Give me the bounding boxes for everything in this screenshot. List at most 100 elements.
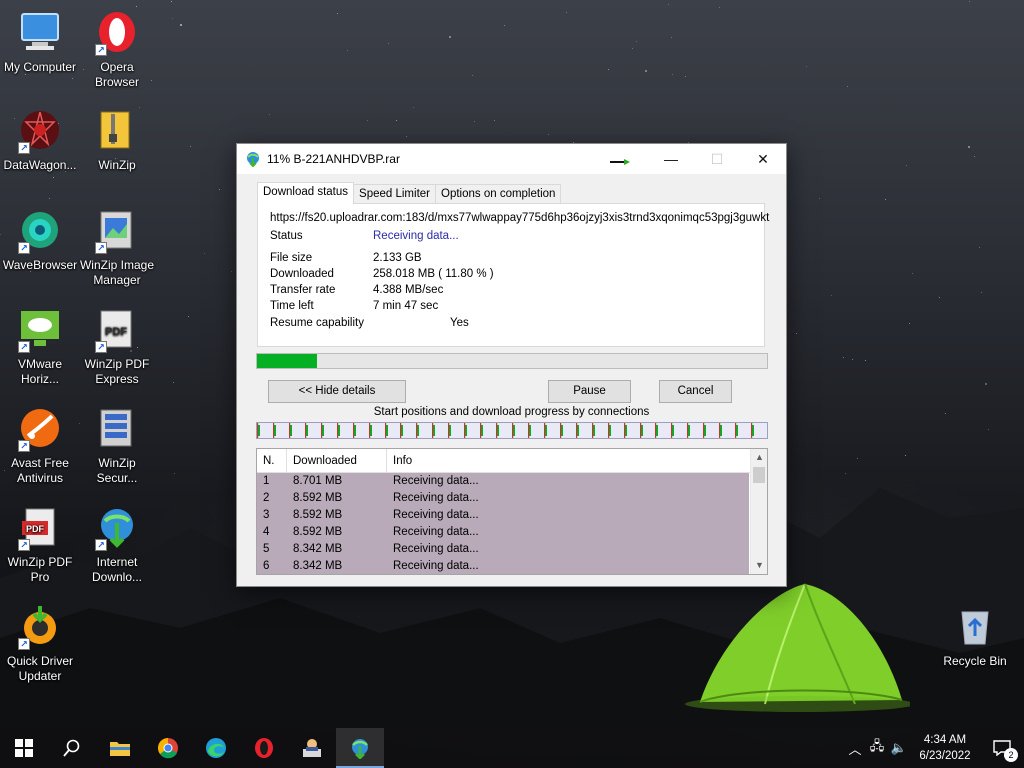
table-scrollbar[interactable]: ▲ ▼ xyxy=(750,449,767,574)
star xyxy=(974,156,975,157)
star xyxy=(985,383,987,385)
minimize-to-tray-arrow-icon[interactable] xyxy=(610,158,632,166)
connection-progress-segment xyxy=(672,425,674,436)
resume-capability-value: Yes xyxy=(450,317,469,329)
window-title: 11% B-221ANHDVBP.rar xyxy=(267,152,400,166)
downloaded-label: Downloaded xyxy=(270,268,334,280)
desktop-icon-vmware[interactable]: ↗ VMware Horiz... xyxy=(0,305,80,387)
desktop-icon-winzip-image-manager[interactable]: ↗ WinZip Image Manager xyxy=(77,206,157,288)
desktop-icon-quick-driver-updater[interactable]: ↗ Quick Driver Updater xyxy=(0,602,80,684)
cell-downloaded: 8.592 MB xyxy=(293,492,343,504)
connections-caption: Start positions and download progress by… xyxy=(373,406,650,418)
desktop-icon-recycle-bin[interactable]: Recycle Bin xyxy=(935,602,1015,669)
download-progress-bar xyxy=(256,353,768,369)
connection-start-marker xyxy=(671,423,673,438)
star xyxy=(337,13,338,14)
taskbar-installer[interactable] xyxy=(288,728,336,768)
taskbar-search-button[interactable] xyxy=(48,728,96,768)
table-row[interactable]: 4 8.592 MB Receiving data... xyxy=(257,524,749,541)
connection-progress-segment xyxy=(274,425,276,436)
close-button[interactable]: ✕ xyxy=(740,144,786,174)
desktop-icon-label: Recycle Bin xyxy=(943,654,1007,668)
volume-icon[interactable]: 🔈 xyxy=(888,740,910,756)
connection-progress-segment xyxy=(625,425,627,436)
cell-info: Receiving data... xyxy=(393,509,479,521)
notification-center-button[interactable]: 2 xyxy=(980,728,1024,768)
desktop-icon-winzip-pdf-pro[interactable]: PDF ↗ WinZip PDF Pro xyxy=(0,503,80,585)
scroll-down-icon[interactable]: ▼ xyxy=(751,557,767,574)
taskbar-clock[interactable]: 4:34 AM 6/23/2022 xyxy=(910,732,980,764)
opera-icon xyxy=(255,738,273,758)
column-header-number[interactable]: N. xyxy=(257,449,287,472)
connection-start-marker xyxy=(480,423,482,438)
star xyxy=(672,74,673,75)
start-button[interactable] xyxy=(0,728,48,768)
cancel-button[interactable]: Cancel xyxy=(659,380,732,403)
column-header-downloaded[interactable]: Downloaded xyxy=(287,449,387,472)
desktop-icon-winzip-pdf-express[interactable]: PDF ↗ WinZip PDF Express xyxy=(77,305,157,387)
time-left-row: Time left 7 min 47 sec xyxy=(270,300,438,312)
show-hidden-icons-chevron-icon[interactable]: ︿ xyxy=(844,739,866,758)
cell-number: 6 xyxy=(263,560,270,572)
cell-info: Receiving data... xyxy=(393,526,479,538)
system-tray: ︿ 🖧 🔈 4:34 AM 6/23/2022 2 xyxy=(844,728,1024,768)
connection-start-marker xyxy=(416,423,418,438)
table-row[interactable]: 2 8.592 MB Receiving data... xyxy=(257,490,749,507)
taskbar-opera[interactable] xyxy=(240,728,288,768)
desktop-icon-winzip[interactable]: WinZip xyxy=(77,106,157,173)
window-titlebar[interactable]: 11% B-221ANHDVBP.rar — ☐ ✕ xyxy=(237,144,786,174)
star xyxy=(885,199,886,200)
desktop-icon-avast[interactable]: ↗ Avast Free Antivirus xyxy=(0,404,80,486)
taskbar-edge[interactable] xyxy=(192,728,240,768)
hide-details-button[interactable]: << Hide details xyxy=(268,380,406,403)
transfer-rate-value: 4.388 MB/sec xyxy=(373,284,444,296)
network-icon[interactable]: 🖧 xyxy=(866,737,888,759)
download-progress-window: 11% B-221ANHDVBP.rar — ☐ ✕ Download stat… xyxy=(236,143,787,587)
tab-speed-limiter[interactable]: Speed Limiter xyxy=(353,184,436,204)
taskbar-file-explorer[interactable] xyxy=(96,728,144,768)
table-row[interactable]: 5 8.342 MB Receiving data... xyxy=(257,541,749,558)
maximize-button[interactable]: ☐ xyxy=(694,144,740,174)
tab-download-status[interactable]: Download status xyxy=(257,182,355,204)
connection-progress-segment xyxy=(322,425,324,436)
star xyxy=(347,50,348,51)
star xyxy=(49,198,50,199)
star xyxy=(852,359,853,360)
column-header-info[interactable]: Info xyxy=(387,449,749,472)
connection-start-marker xyxy=(703,423,705,438)
connection-start-marker xyxy=(496,423,498,438)
desktop-icon-label: WinZip PDF Pro xyxy=(7,555,73,584)
installer-icon xyxy=(303,739,321,757)
star xyxy=(968,146,970,148)
tab-options-on-completion[interactable]: Options on completion xyxy=(435,184,562,204)
scroll-up-icon[interactable]: ▲ xyxy=(751,449,767,466)
pause-button[interactable]: Pause xyxy=(548,380,631,403)
shortcut-arrow-icon: ↗ xyxy=(18,142,30,154)
table-row[interactable]: 3 8.592 MB Receiving data... xyxy=(257,507,749,524)
connection-start-marker xyxy=(432,423,434,438)
desktop-icon-opera[interactable]: ↗ Opera Browser xyxy=(77,8,157,90)
cell-info: Receiving data... xyxy=(393,492,479,504)
cell-info: Receiving data... xyxy=(393,560,479,572)
desktop-icon-internet-download-manager[interactable]: ↗ Internet Downlo... xyxy=(77,503,157,585)
star xyxy=(188,316,189,317)
star xyxy=(136,6,137,7)
table-row[interactable]: 6 8.342 MB Receiving data... xyxy=(257,558,749,574)
scrollbar-thumb[interactable] xyxy=(753,467,765,483)
star xyxy=(566,12,567,13)
desktop-icon-datawagon[interactable]: ↗ DataWagon... xyxy=(0,106,80,173)
star xyxy=(494,120,495,121)
star xyxy=(180,24,182,26)
desktop-icon-my-computer[interactable]: My Computer xyxy=(0,8,80,75)
desktop-icon-winzip-secure[interactable]: WinZip Secur... xyxy=(77,404,157,486)
star xyxy=(671,37,672,38)
idm-icon xyxy=(247,152,259,167)
desktop-icon-wavebrowser[interactable]: ↗ WaveBrowser xyxy=(0,206,80,273)
taskbar-chrome[interactable] xyxy=(144,728,192,768)
connection-progress-segment xyxy=(386,425,388,436)
star xyxy=(945,413,946,414)
minimize-button[interactable]: — xyxy=(648,144,694,174)
file-explorer-icon xyxy=(110,742,130,756)
table-row[interactable]: 1 8.701 MB Receiving data... xyxy=(257,473,749,490)
taskbar-internet-download-manager[interactable] xyxy=(336,728,384,768)
